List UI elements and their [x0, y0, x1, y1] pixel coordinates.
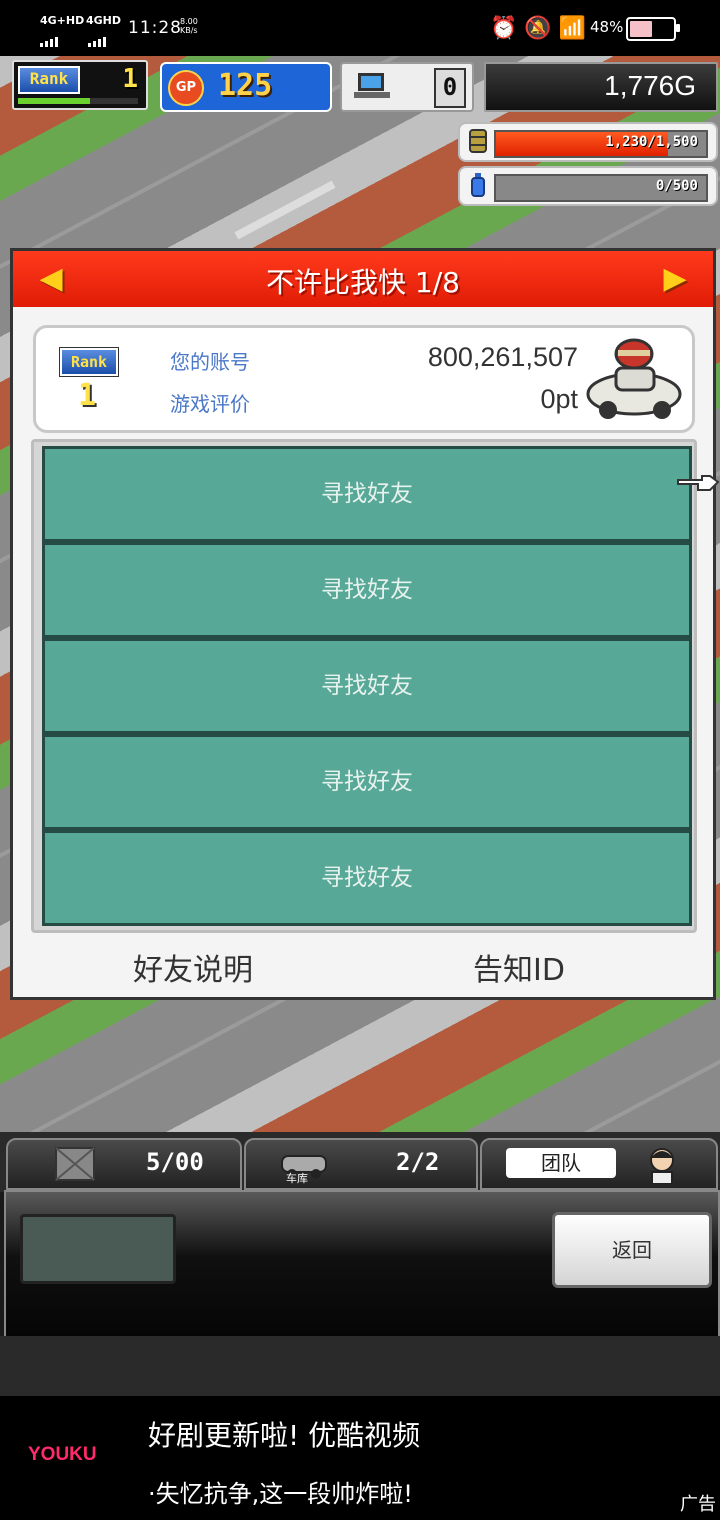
friend-help-button[interactable]: 好友说明	[133, 945, 253, 989]
tab-garage[interactable]: 车库 2/2	[244, 1138, 478, 1190]
back-button[interactable]: 返回	[552, 1212, 712, 1288]
find-friend-slot[interactable]: 寻找好友	[42, 446, 692, 542]
status-bar: 4G+HD 4GHD 11:28 8.00 KB/s ⏰ 🔕 📶 48%	[0, 0, 720, 56]
fuel-track: 1,230/1,500	[494, 130, 708, 158]
dialog-header: ◀ 不许比我快 1/8 ▶	[13, 251, 713, 307]
tab-team[interactable]: 团队	[480, 1138, 718, 1190]
network-label-2: 4GHD	[86, 14, 122, 27]
rank-panel[interactable]: Rank 1	[12, 60, 148, 110]
top-hud: Rank 1 GP 125 0 1,776G	[0, 60, 720, 116]
find-friend-slot[interactable]: 寻找好友	[42, 542, 692, 638]
rating-label: 游戏评价	[170, 392, 250, 416]
rank-badge: Rank	[59, 347, 119, 377]
gp-coin-icon: GP	[168, 70, 204, 106]
empty-item-slot[interactable]	[20, 1214, 176, 1284]
bottle-text: 0/500	[655, 178, 698, 194]
ranking-dialog: ◀ 不许比我快 1/8 ▶ Rank 1 您的账号 800,261,507 游戏…	[10, 248, 716, 1000]
battery-tip	[676, 24, 680, 32]
rank-badge: Rank	[18, 66, 80, 94]
clock: 11:28	[128, 18, 182, 38]
staff-avatar-icon	[650, 1148, 674, 1184]
status-icons: ⏰ 🔕 📶	[490, 16, 586, 41]
pc-panel[interactable]: 0	[340, 62, 474, 112]
battery-icon	[626, 17, 676, 41]
ad-subline: ·失忆抗争,这一段帅炸啦!	[148, 1480, 413, 1508]
bottom-spacer	[0, 1336, 720, 1396]
gp-value: 125	[218, 68, 273, 103]
account-value: 800,261,507	[427, 342, 578, 372]
friend-list: 寻找好友 寻找好友 寻找好友 寻找好友 寻找好友	[31, 439, 697, 933]
dialog-title: 不许比我快 1/8	[266, 266, 460, 299]
ad-banner[interactable]: YOUKU 好剧更新啦! 优酷视频 ·失忆抗争,这一段帅炸啦! 广告	[0, 1396, 720, 1520]
garage-count: 2/2	[396, 1148, 440, 1176]
rating-value: 0pt	[540, 384, 578, 414]
battery-percent: 48%	[590, 18, 624, 36]
crate-icon	[55, 1147, 95, 1181]
pc-value: 0	[434, 68, 466, 108]
barrel-icon	[469, 129, 487, 153]
signal-icon-1	[40, 28, 60, 47]
car-avatar-icon	[586, 338, 682, 419]
next-arrow-icon[interactable]: ▶	[659, 263, 691, 295]
road-marking	[234, 180, 336, 240]
money-panel: 1,776G	[484, 62, 718, 112]
rank-progress-bar	[18, 98, 138, 104]
ad-headline: 好剧更新啦! 优酷视频	[148, 1419, 421, 1452]
alarm-icon: ⏰	[490, 16, 518, 41]
network-speed: 8.00 KB/s	[180, 17, 198, 35]
youku-logo: YOUKU	[28, 1444, 97, 1465]
bottle-track: 0/500	[494, 174, 708, 202]
account-label: 您的账号	[170, 350, 250, 374]
garage-label: 车库	[286, 1172, 308, 1185]
wifi-icon: 📶	[558, 16, 587, 41]
signal-icon-2	[88, 28, 108, 47]
find-friend-slot[interactable]: 寻找好友	[42, 734, 692, 830]
bottom-panel: 返回	[4, 1190, 720, 1338]
computer-icon	[354, 73, 390, 98]
tab-materials[interactable]: 5/00	[6, 1138, 242, 1190]
materials-count: 5/00	[146, 1148, 204, 1176]
bottle-icon	[471, 173, 485, 197]
find-friend-slot[interactable]: 寻找好友	[42, 830, 692, 926]
rank-value: 1	[122, 64, 138, 94]
player-info-card: Rank 1 您的账号 800,261,507 游戏评价 0pt	[33, 325, 695, 433]
network-label-1: 4G+HD	[40, 14, 85, 27]
gp-panel[interactable]: GP 125	[160, 62, 332, 112]
bottle-bar[interactable]: 0/500	[458, 166, 718, 206]
player-rank-value: 1	[78, 378, 97, 413]
pointer-hand-icon	[677, 475, 720, 491]
fuel-text: 1,230/1,500	[605, 134, 698, 150]
fuel-bar[interactable]: 1,230/1,500	[458, 122, 718, 162]
bottom-tab-bar: 5/00 车库 2/2 团队	[0, 1132, 720, 1192]
team-label: 团队	[506, 1148, 616, 1178]
mute-icon: 🔕	[524, 16, 552, 41]
find-friend-slot[interactable]: 寻找好友	[42, 638, 692, 734]
money-value: 1,776G	[604, 70, 696, 101]
ad-tag: 广告	[680, 1494, 716, 1515]
notify-id-button[interactable]: 告知ID	[473, 945, 565, 989]
